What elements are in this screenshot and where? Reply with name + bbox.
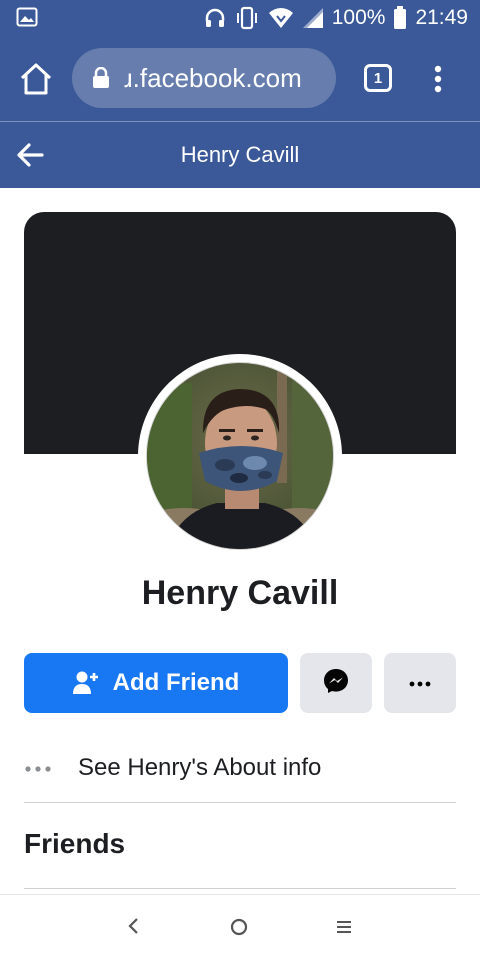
profile-picture-frame: [138, 354, 342, 558]
add-friend-icon: [72, 671, 99, 695]
nav-home-icon[interactable]: [229, 917, 249, 942]
divider: [24, 888, 456, 889]
battery-percent: 100%: [331, 6, 386, 29]
url-text: ɹ.facebook.com: [124, 62, 302, 93]
android-nav-bar: [0, 894, 480, 960]
clock: 21:49: [415, 6, 468, 29]
more-vert-icon[interactable]: [428, 64, 448, 94]
home-icon[interactable]: [18, 62, 54, 96]
message-button[interactable]: [300, 653, 372, 713]
profile-picture[interactable]: [146, 362, 334, 550]
vibrate-icon: [234, 6, 260, 30]
more-options-button[interactable]: [384, 653, 456, 713]
signal-icon: [302, 7, 324, 29]
wifi-icon: [268, 7, 294, 29]
more-horiz-icon: [24, 759, 54, 777]
profile-name: Henry Cavill: [141, 574, 339, 612]
add-friend-button[interactable]: Add Friend: [24, 653, 288, 713]
status-bar: 100% 21:49: [0, 0, 480, 36]
nav-recent-icon[interactable]: [336, 919, 352, 940]
lock-icon: [92, 66, 110, 89]
browser-toolbar: ɹ.facebook.com 1: [0, 36, 480, 122]
headphones-icon: [204, 7, 226, 29]
gallery-icon: [16, 7, 38, 27]
friends-section-title: Friends: [24, 828, 126, 859]
divider: [24, 802, 456, 803]
add-friend-label: Add Friend: [112, 669, 240, 696]
battery-icon: [393, 6, 407, 30]
more-horiz-icon: [409, 674, 431, 692]
about-info-link[interactable]: See Henry's About info: [24, 744, 456, 792]
about-info-label: See Henry's About info: [78, 754, 322, 781]
address-bar[interactable]: ɹ.facebook.com: [72, 48, 336, 108]
tab-switcher-button[interactable]: 1: [364, 64, 392, 92]
page-header: Henry Cavill: [0, 122, 480, 188]
messenger-icon: [323, 668, 349, 699]
page-title: Henry Cavill: [180, 142, 300, 167]
nav-back-icon[interactable]: [126, 917, 140, 940]
